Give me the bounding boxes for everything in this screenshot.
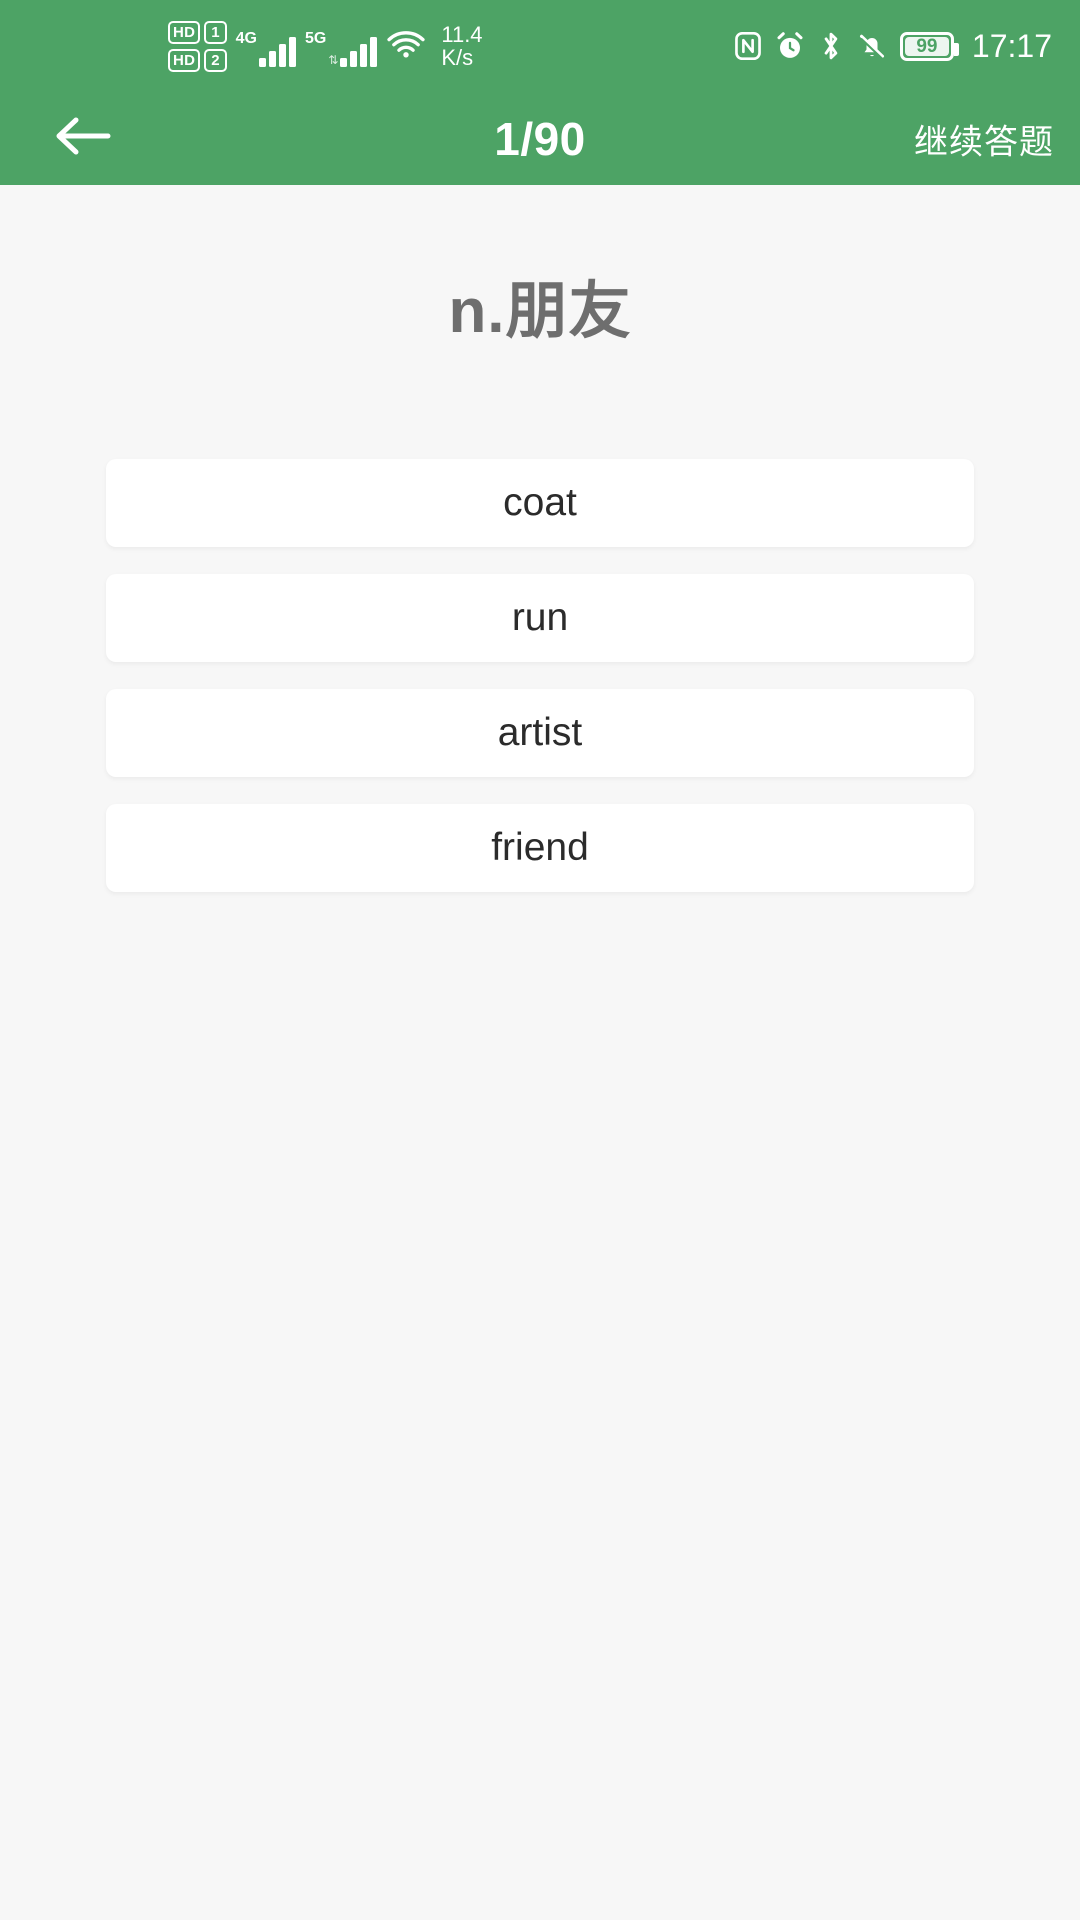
volte-row-sim1: HD 1 [168, 20, 227, 44]
status-bar: HD 1 HD 2 4G 5G ⇅ 11.4 K/s 99 17:17 [0, 0, 1080, 92]
quiz-content: n.朋友 coat run artist friend [0, 185, 1080, 1920]
hd-voice-icon: HD [168, 20, 201, 44]
network-speed-unit: K/s [441, 45, 474, 70]
signal-strength-4g: 4G [236, 25, 296, 67]
wifi-icon [386, 30, 426, 62]
sim-2-icon: 2 [204, 48, 227, 72]
signal-strength-5g: 5G ⇅ [304, 25, 378, 67]
notifications-muted-icon [857, 31, 887, 61]
continue-quiz-button[interactable]: 继续答题 [914, 114, 1054, 163]
answer-options-list: coat run artist friend [106, 459, 974, 919]
status-bar-clock: 17:17 [971, 28, 1052, 64]
answer-option[interactable]: run [106, 574, 974, 662]
signal-bars-icon [340, 33, 378, 67]
nfc-icon [734, 31, 762, 61]
app-bar: 1/90 继续答题 [0, 92, 1080, 185]
signal-bars-icon [258, 33, 296, 67]
app-header: HD 1 HD 2 4G 5G ⇅ 11.4 K/s 99 17:17 1/90… [0, 0, 1080, 185]
answer-option[interactable]: friend [106, 804, 974, 892]
volte-indicator-group: HD 1 HD 2 [168, 20, 227, 72]
battery-icon: 99 [899, 31, 959, 61]
question-prompt: n.朋友 [448, 277, 632, 346]
answer-option[interactable]: coat [106, 459, 974, 547]
battery-level-label: 99 [916, 35, 938, 57]
app-screen: HD 1 HD 2 4G 5G ⇅ 11.4 K/s 99 17:17 1/90… [0, 0, 1080, 1920]
sim-1-icon: 1 [204, 20, 227, 44]
bluetooth-icon [818, 30, 844, 62]
network-speed-value: 11.4 [441, 22, 483, 47]
volte-row-sim2: HD 2 [168, 48, 227, 72]
hd-voice-icon: HD [168, 48, 201, 72]
answer-option[interactable]: artist [106, 689, 974, 777]
network-speed-indicator: 11.4 K/s [441, 23, 482, 69]
status-bar-left-group: HD 1 HD 2 4G 5G ⇅ 11.4 K/s [168, 0, 483, 92]
data-transfer-icon: ⇅ [328, 53, 339, 67]
status-bar-right-group: 99 17:17 [734, 0, 1052, 92]
network-type-label: 4G [235, 30, 257, 47]
network-type-label: 5G [304, 30, 327, 47]
alarm-clock-icon [775, 31, 805, 61]
